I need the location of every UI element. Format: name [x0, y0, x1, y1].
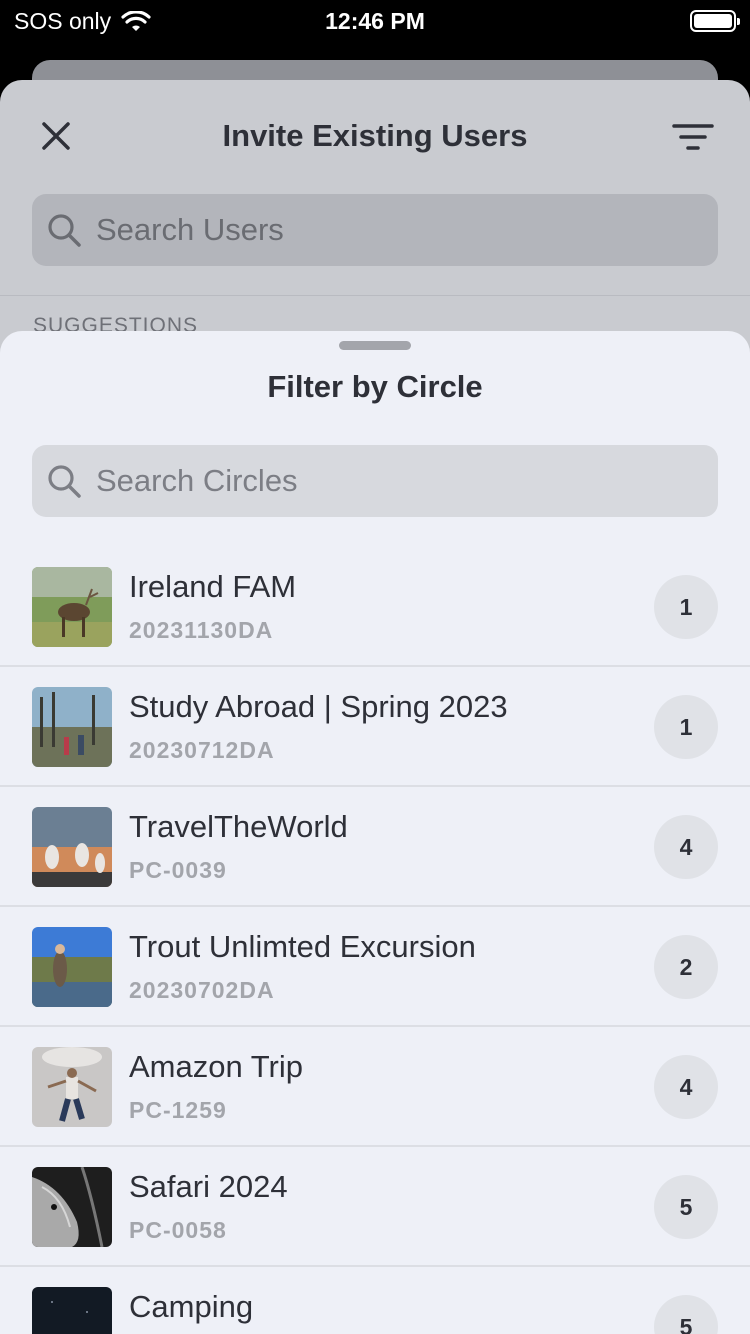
circle-row[interactable]: Ireland FAM 20231130DA 1	[0, 547, 750, 667]
status-time: 12:46 PM	[325, 8, 425, 34]
member-count-badge: 5	[654, 1175, 718, 1239]
member-count-badge: 5	[654, 1295, 718, 1334]
circle-thumbnail	[32, 807, 112, 887]
member-count-badge: 4	[654, 1055, 718, 1119]
circle-name: Trout Unlimted Excursion	[129, 929, 476, 964]
search-icon	[48, 465, 81, 498]
circle-row[interactable]: Camping 5	[0, 1267, 750, 1334]
circle-name: Amazon Trip	[129, 1049, 304, 1084]
circle-thumbnail	[32, 1287, 112, 1334]
battery-icon	[690, 10, 740, 32]
circle-name: Camping	[129, 1289, 254, 1324]
circle-name: Study Abroad | Spring 2023	[129, 689, 508, 724]
status-bar: SOS only 12:46 PM	[0, 0, 750, 44]
circle-code: 20231130DA	[129, 617, 274, 643]
member-count-badge: 1	[654, 695, 718, 759]
circle-row[interactable]: Amazon Trip PC-1259 4	[0, 1027, 750, 1147]
member-count-badge: 2	[654, 935, 718, 999]
circle-thumbnail	[32, 927, 112, 1007]
search-users-input[interactable]: Search Users	[32, 194, 718, 266]
circle-thumbnail	[32, 567, 112, 647]
circle-code: PC-0039	[129, 857, 227, 883]
filter-by-circle-sheet: Filter by Circle Search Circles Ireland …	[0, 331, 750, 1334]
circle-name: Safari 2024	[129, 1169, 288, 1204]
circle-list: Ireland FAM 20231130DA 1 Study Abroad | …	[0, 547, 750, 1334]
circle-code: 20230712DA	[129, 737, 275, 763]
sheet-title: Filter by Circle	[267, 369, 483, 404]
circle-code: PC-0058	[129, 1217, 227, 1243]
sheet-grabber[interactable]	[339, 341, 411, 350]
filter-icon[interactable]	[672, 122, 714, 152]
circle-row[interactable]: Safari 2024 PC-0058 5	[0, 1147, 750, 1267]
page-title: Invite Existing Users	[222, 118, 528, 153]
circle-thumbnail	[32, 1047, 112, 1127]
search-icon	[48, 214, 81, 247]
circle-name: Ireland FAM	[129, 569, 297, 604]
search-circles-input[interactable]: Search Circles	[32, 445, 718, 517]
circle-row[interactable]: TravelTheWorld PC-0039 4	[0, 787, 750, 907]
circle-thumbnail	[32, 687, 112, 767]
circle-row[interactable]: Study Abroad | Spring 2023 20230712DA 1	[0, 667, 750, 787]
circle-code: 20230702DA	[129, 977, 275, 1003]
circle-name: TravelTheWorld	[129, 809, 348, 844]
search-users-placeholder: Search Users	[96, 212, 284, 247]
circle-thumbnail	[32, 1167, 112, 1247]
circle-row[interactable]: Trout Unlimted Excursion 20230702DA 2	[0, 907, 750, 1027]
member-count-badge: 1	[654, 575, 718, 639]
search-circles-placeholder: Search Circles	[96, 463, 298, 498]
invite-users-header: Invite Existing Users Search Users	[0, 80, 750, 296]
member-count-badge: 4	[654, 815, 718, 879]
circle-code: PC-1259	[129, 1097, 227, 1123]
